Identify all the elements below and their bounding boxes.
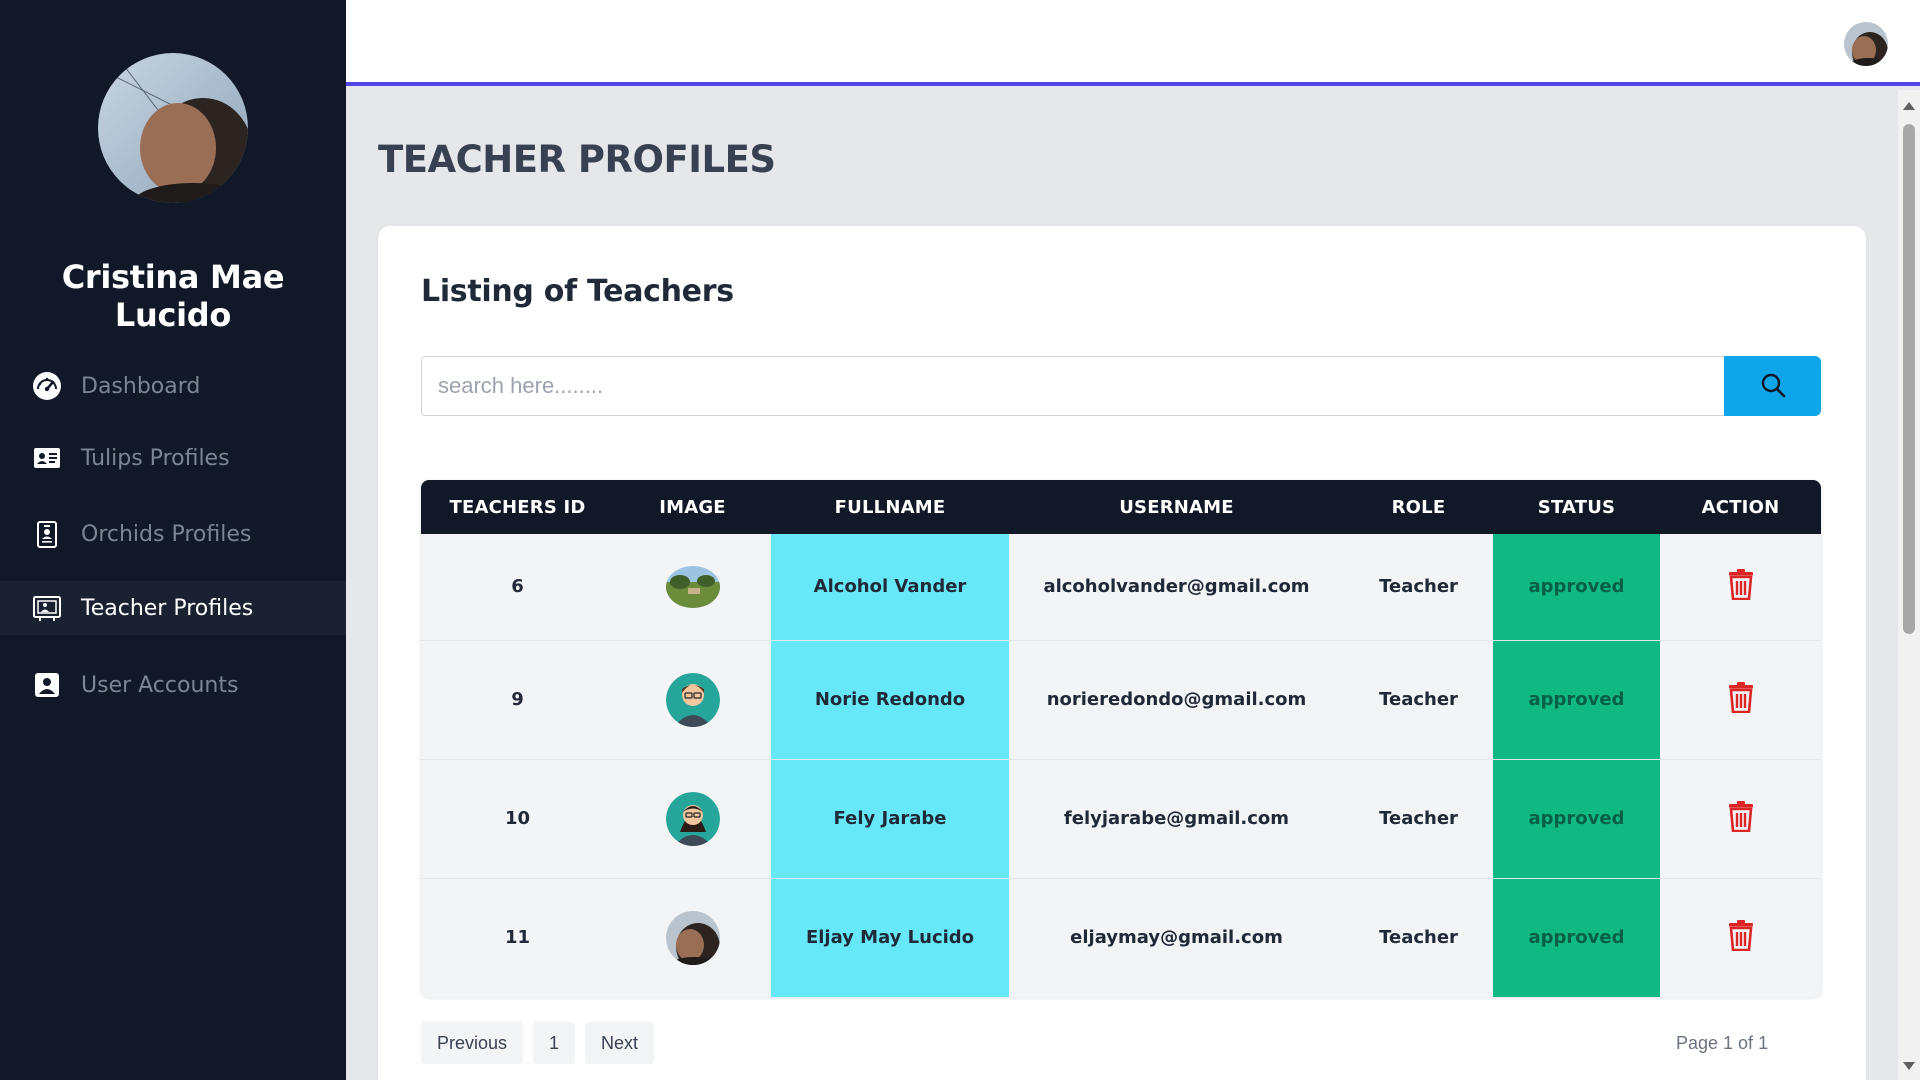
pagination: Previous 1 Next — [421, 1022, 655, 1064]
cell-image — [614, 878, 771, 997]
speedometer-icon — [32, 371, 62, 401]
column-header-username: USERNAME — [1119, 496, 1234, 518]
cell-fullname: Norie Redondo — [771, 640, 1009, 759]
page-info: Page 1 of 1 — [1676, 1033, 1769, 1053]
column-header-image: IMAGE — [659, 496, 726, 518]
cell-username: eljaymay@gmail.com — [1070, 927, 1283, 949]
cell-role: Teacher — [1379, 808, 1458, 829]
cell-image — [614, 759, 771, 878]
sidebar-item-dashboard[interactable]: Dashboard — [0, 359, 346, 413]
status-badge: approved — [1493, 759, 1660, 878]
person-square-icon — [32, 670, 62, 700]
table-row: 10 Fely Jarabe felyjarabe@gmail.com Teac… — [421, 759, 1821, 878]
cell-id: 11 — [504, 927, 531, 949]
cell-username: felyjarabe@gmail.com — [1063, 808, 1290, 829]
teacher-photo — [665, 910, 720, 965]
teachers-table: TEACHERS ID IMAGE FULLNAME USERNAME ROLE… — [421, 480, 1821, 997]
cell-action — [1660, 759, 1821, 878]
sidebar-item-tulips-profiles[interactable]: Tulips Profiles — [0, 431, 346, 485]
table-row: 6 Alcohol Vander alcoholvander@gmail.com… — [421, 534, 1821, 640]
status-badge: approved — [1493, 534, 1660, 640]
cell-action — [1660, 640, 1821, 759]
cell-image — [614, 640, 771, 759]
sidebar: Cristina Mae Lucido Dashboard Tulips Pro… — [0, 0, 346, 1080]
search-input[interactable] — [421, 356, 1724, 416]
trash-icon[interactable] — [1727, 568, 1755, 601]
table-header-row: TEACHERS ID IMAGE FULLNAME USERNAME ROLE… — [421, 480, 1821, 534]
search-icon — [1759, 371, 1787, 402]
scroll-thumb[interactable] — [1903, 124, 1915, 634]
sidebar-item-label: Tulips Profiles — [81, 445, 230, 471]
cell-username: alcoholvander@gmail.com — [1043, 576, 1310, 598]
cell-image — [614, 534, 771, 640]
sidebar-item-label: Dashboard — [81, 373, 201, 399]
status-badge: approved — [1493, 640, 1660, 759]
cell-username: norieredondo@gmail.com — [1046, 689, 1307, 710]
cell-id: 10 — [504, 808, 531, 829]
next-button[interactable]: Next — [585, 1022, 655, 1064]
sidebar-item-orchids-profiles[interactable]: Orchids Profiles — [0, 507, 346, 561]
scrollbar[interactable] — [1898, 90, 1920, 1080]
sidebar-item-label: User Accounts — [81, 672, 239, 698]
search-button[interactable] — [1724, 356, 1821, 416]
card-title: Listing of Teachers — [421, 274, 734, 309]
column-header-id: TEACHERS ID — [449, 496, 586, 518]
sidebar-item-user-accounts[interactable]: User Accounts — [0, 658, 346, 712]
id-badge-icon — [32, 519, 62, 549]
column-header-fullname: FULLNAME — [834, 496, 946, 518]
cell-fullname: Fely Jarabe — [771, 759, 1009, 878]
cell-fullname: Eljay May Lucido — [771, 878, 1009, 997]
id-card-icon — [32, 443, 62, 473]
cell-role: Teacher — [1379, 576, 1458, 598]
profile-avatar — [98, 53, 248, 203]
previous-button[interactable]: Previous — [421, 1022, 524, 1064]
status-badge: approved — [1493, 878, 1660, 997]
top-bar — [346, 0, 1920, 86]
scroll-up-arrow-icon[interactable] — [1903, 102, 1915, 110]
sidebar-item-label: Teacher Profiles — [81, 595, 254, 621]
cell-fullname: Alcohol Vander — [771, 534, 1009, 640]
teacher-photo — [665, 565, 720, 608]
user-name: Cristina Mae Lucido — [61, 258, 285, 334]
teacher-photo — [665, 791, 720, 846]
cell-id: 6 — [511, 576, 524, 598]
page-title: TEACHER PROFILES — [378, 138, 776, 181]
cell-role: Teacher — [1379, 927, 1458, 949]
column-header-action: ACTION — [1701, 496, 1780, 518]
scroll-down-arrow-icon[interactable] — [1903, 1062, 1915, 1070]
column-header-status: STATUS — [1537, 496, 1616, 518]
table-row: 11 Eljay May Lucido eljaymay@gmail.com T… — [421, 878, 1821, 997]
sidebar-item-teacher-profiles[interactable]: Teacher Profiles — [0, 581, 346, 635]
cell-action — [1660, 534, 1821, 640]
cell-action — [1660, 878, 1821, 997]
teacher-photo — [665, 672, 720, 727]
page-number-button[interactable]: 1 — [533, 1022, 576, 1064]
cell-role: Teacher — [1379, 689, 1458, 710]
sidebar-item-label: Orchids Profiles — [81, 521, 252, 547]
table-row: 9 Norie Redondo norieredondo@gmail.com T… — [421, 640, 1821, 759]
cell-id: 9 — [511, 689, 524, 710]
column-header-role: ROLE — [1391, 496, 1446, 518]
teachers-card: Listing of Teachers TEACHERS ID IMAGE FU… — [378, 226, 1866, 1080]
top-user-avatar[interactable] — [1844, 22, 1888, 66]
search-bar — [421, 356, 1821, 416]
presentation-icon — [32, 593, 62, 623]
trash-icon[interactable] — [1727, 681, 1755, 714]
trash-icon[interactable] — [1727, 919, 1755, 952]
trash-icon[interactable] — [1727, 800, 1755, 833]
